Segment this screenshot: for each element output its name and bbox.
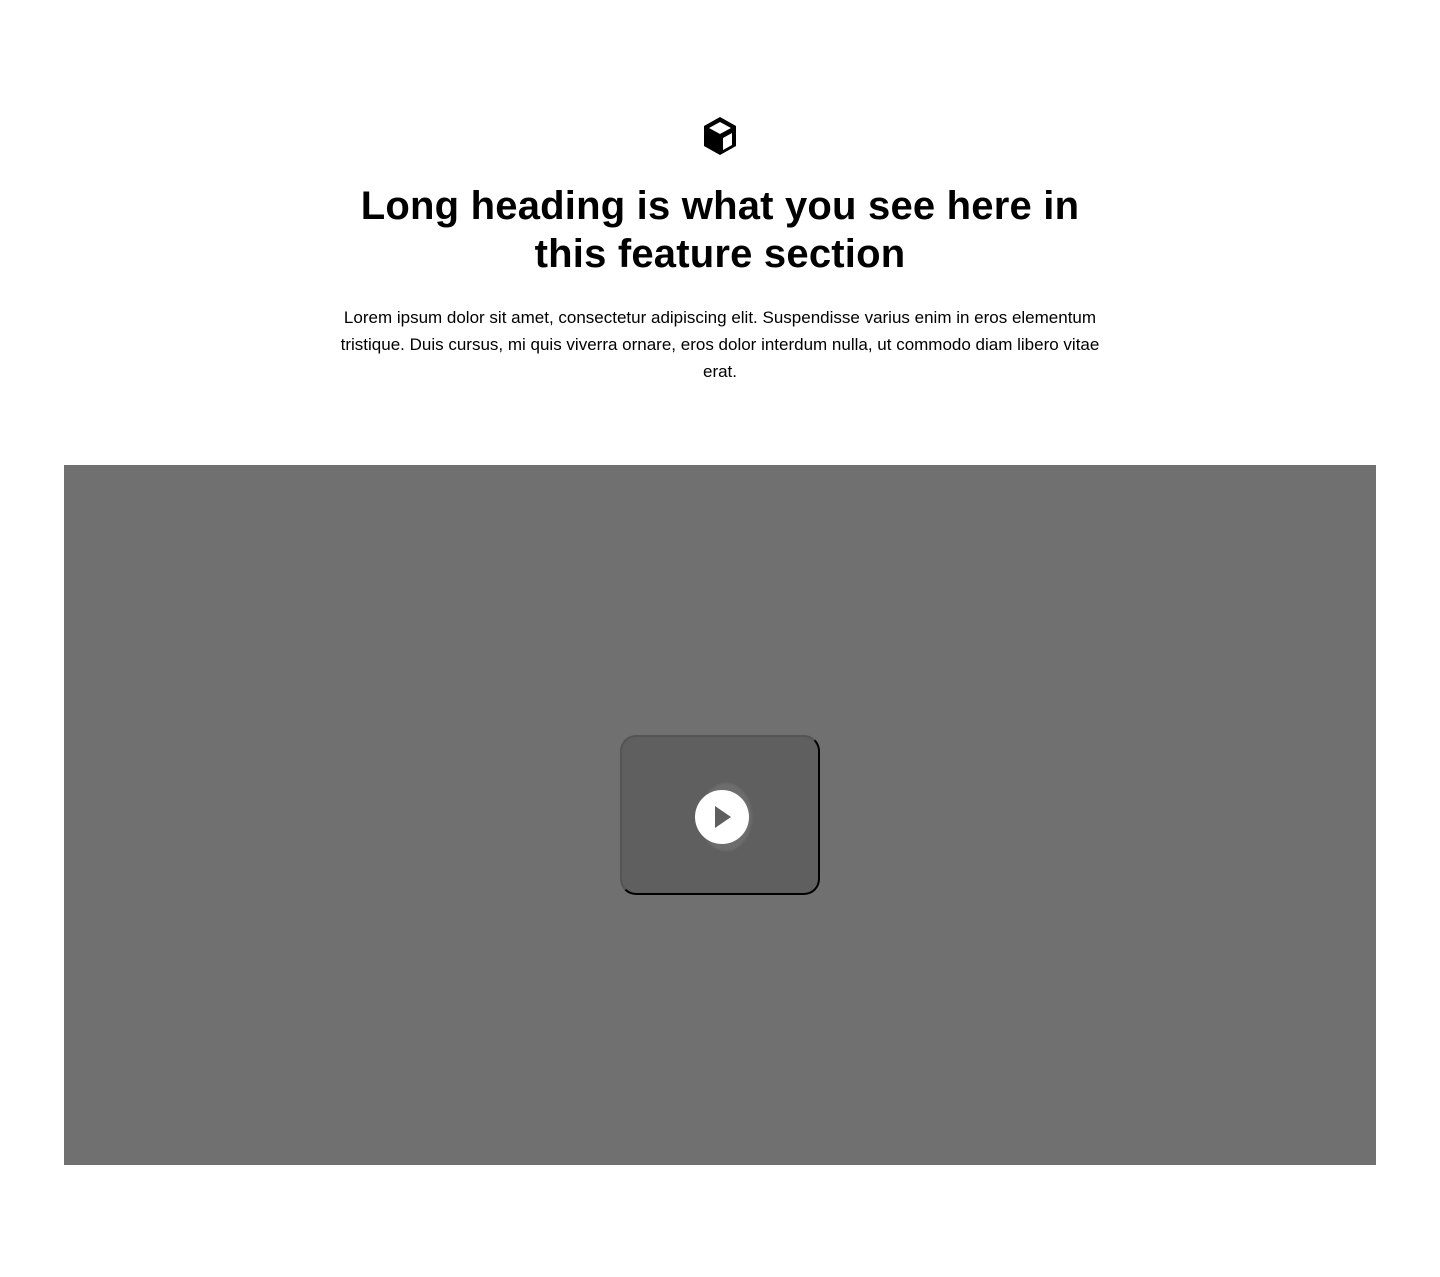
play-video-button[interactable] bbox=[620, 735, 820, 895]
section-description: Lorem ipsum dolor sit amet, consectetur … bbox=[340, 308, 1100, 381]
cube-icon bbox=[696, 112, 744, 160]
video-placeholder[interactable] bbox=[64, 465, 1376, 1165]
play-icon bbox=[695, 790, 749, 844]
feature-header: Long heading is what you see here in thi… bbox=[320, 112, 1120, 385]
section-heading: Long heading is what you see here in thi… bbox=[360, 184, 1080, 276]
feature-section: Long heading is what you see here in thi… bbox=[0, 0, 1440, 1277]
